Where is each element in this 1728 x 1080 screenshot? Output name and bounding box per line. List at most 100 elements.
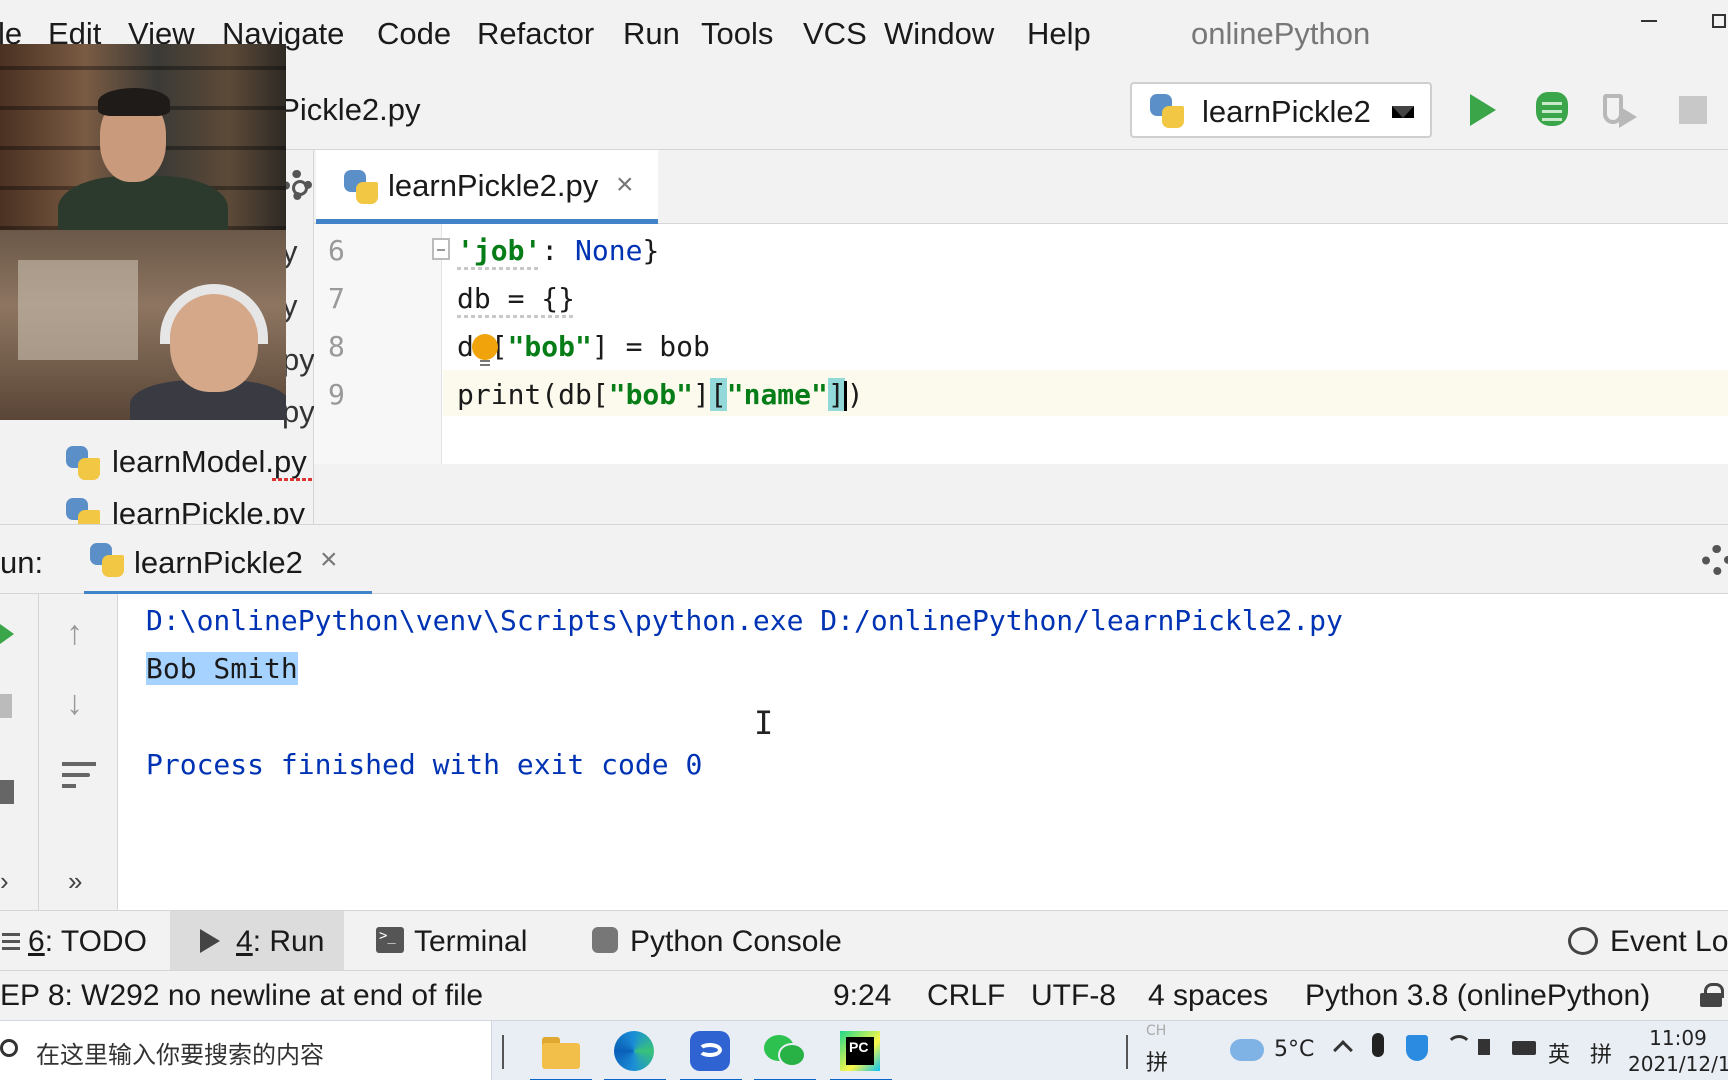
feishu-app-icon[interactable]	[680, 1029, 742, 1080]
status-message[interactable]: EP 8: W292 no newline at end of file	[0, 979, 483, 1013]
debug-button[interactable]	[1536, 92, 1568, 126]
tab-mnemonic: 4	[236, 925, 253, 958]
project-item-fragment[interactable]: py	[282, 394, 315, 430]
python-file-icon	[66, 446, 100, 480]
run-console[interactable]: D:\onlinePython\venv\Scripts\python.exe …	[118, 594, 1728, 910]
caret-position[interactable]: 9:24	[833, 979, 891, 1013]
security-shield-icon[interactable]	[1406, 1035, 1428, 1061]
wechat-icon[interactable]	[754, 1029, 816, 1080]
run-configuration-label: learnPickle2	[1202, 94, 1371, 129]
tab-label: Python Console	[630, 925, 842, 958]
tab-python-console[interactable]: Python Console	[580, 911, 850, 971]
minimize-icon[interactable]	[1641, 20, 1657, 22]
more-icon[interactable]: »	[68, 866, 82, 897]
error-underline	[272, 478, 312, 481]
ime-indicator[interactable]: 拼	[1146, 1045, 1168, 1077]
system-clock[interactable]: 11:09 2021/12/1	[1628, 1025, 1728, 1077]
stop-button[interactable]	[1679, 96, 1707, 124]
search-placeholder: 在这里输入你要搜索的内容	[36, 1041, 324, 1069]
tool-window-tabs: 6: TODO 4: Run Terminal Python Console E…	[0, 910, 1728, 971]
run-tool-window-header: un: learnPickle2 ×	[0, 524, 1728, 595]
line-number: 9	[328, 378, 345, 411]
run-window-label: un:	[0, 545, 44, 580]
file-explorer-icon[interactable]	[530, 1029, 592, 1080]
weather-cloud-icon	[1230, 1039, 1264, 1061]
tab-event-log[interactable]: Event Log	[1564, 911, 1728, 971]
gear-icon[interactable]	[1702, 545, 1728, 575]
python-interpreter[interactable]: Python 3.8 (onlinePython)	[1305, 979, 1650, 1013]
menu-help[interactable]: Help	[1027, 16, 1091, 52]
input-language[interactable]: 英	[1548, 1037, 1570, 1069]
tab-run[interactable]: 4: Run	[170, 911, 344, 971]
run-tab-learnpickle2[interactable]: learnPickle2 ×	[84, 525, 372, 595]
chevron-down-icon	[1392, 106, 1414, 118]
stop-icon[interactable]	[0, 694, 12, 718]
ime-mode[interactable]: 拼	[1590, 1037, 1612, 1069]
tab-label: Terminal	[414, 925, 528, 958]
tab-todo[interactable]: 6: TODO	[0, 911, 160, 971]
close-icon[interactable]: ×	[616, 168, 634, 202]
menu-vcs[interactable]: VCS	[803, 16, 867, 52]
line-number-gutter: 6 7 8 9	[314, 224, 450, 464]
project-item-fragment[interactable]: py	[282, 342, 315, 378]
code-token: ]	[693, 378, 710, 411]
tab-mnemonic: 6	[28, 925, 45, 958]
taskbar-search[interactable]: 在这里输入你要搜索的内容	[0, 1021, 492, 1080]
run-button[interactable]	[1470, 94, 1496, 126]
line-separator[interactable]: CRLF	[927, 979, 1005, 1013]
matched-bracket: [	[709, 378, 727, 411]
file-encoding[interactable]: UTF-8	[1031, 979, 1116, 1013]
code-line-7: db = {}	[457, 282, 576, 315]
python-file-icon	[90, 543, 124, 577]
battery-icon[interactable]	[1512, 1041, 1536, 1055]
run-with-coverage-button[interactable]	[1603, 94, 1639, 128]
tab-terminal[interactable]: Terminal	[366, 911, 546, 971]
warning-underline	[457, 315, 575, 318]
ime-indicator-top: CH	[1146, 1023, 1167, 1039]
python-file-icon	[1150, 94, 1184, 128]
edge-browser-icon[interactable]	[604, 1029, 666, 1080]
run-icon	[200, 929, 220, 953]
line-number: 8	[328, 330, 345, 363]
rerun-icon[interactable]	[0, 624, 14, 644]
status-bar: EP 8: W292 no newline at end of file 9:2…	[0, 970, 1728, 1020]
intention-bulb-icon[interactable]	[472, 334, 498, 368]
volume-icon[interactable]	[1478, 1039, 1490, 1055]
gear-icon[interactable]	[282, 170, 312, 200]
windows-taskbar: 在这里输入你要搜索的内容 PC CH 拼 5°C 英 拼 11:09 2021/…	[0, 1020, 1728, 1080]
show-hidden-icons-icon[interactable]	[1333, 1040, 1353, 1060]
code-editor[interactable]: 6 7 8 9 'job': None} db = {} d ["bob"] =…	[314, 224, 1728, 464]
layout-icon[interactable]	[0, 780, 14, 804]
close-icon[interactable]: ×	[320, 543, 338, 577]
console-output-line: Bob Smith	[146, 652, 298, 685]
arrow-up-icon[interactable]: ↑	[66, 614, 83, 653]
selected-output: Bob Smith	[146, 652, 298, 685]
menu-code[interactable]: Code	[377, 16, 451, 52]
maximize-icon[interactable]	[1712, 14, 1726, 28]
lock-icon[interactable]	[1700, 983, 1724, 1007]
arrow-down-icon[interactable]: ↓	[66, 684, 83, 723]
menu-tools[interactable]: Tools	[701, 16, 773, 52]
run-configuration-dropdown[interactable]: learnPickle2	[1130, 82, 1432, 138]
network-icon[interactable]	[1446, 1035, 1472, 1061]
temperature[interactable]: 5°C	[1274, 1037, 1314, 1062]
microphone-icon[interactable]	[1372, 1033, 1384, 1057]
code-token: )	[846, 378, 864, 411]
more-icon[interactable]: ›	[0, 866, 9, 897]
editor-tab-bar: learnPickle2.py ×	[314, 150, 1728, 224]
menu-run[interactable]: Run	[623, 16, 680, 52]
soft-wrap-icon[interactable]	[62, 762, 96, 794]
menu-window[interactable]: Window	[884, 16, 994, 52]
tab-learnpickle2[interactable]: learnPickle2.py ×	[316, 150, 658, 224]
menu-refactor[interactable]: Refactor	[477, 16, 594, 52]
clock-date: 2021/12/1	[1628, 1052, 1728, 1076]
fold-icon[interactable]	[432, 238, 450, 260]
code-token: "name"	[726, 378, 828, 411]
terminal-icon	[376, 927, 404, 953]
indent-setting[interactable]: 4 spaces	[1148, 979, 1268, 1013]
run-toolbar: › ↑ ↓ »	[0, 594, 118, 910]
code-line-9: print(db["bob"]["name"])	[457, 378, 864, 411]
code-token: None	[575, 234, 643, 267]
pycharm-icon[interactable]: PC	[830, 1029, 892, 1080]
todo-icon	[2, 933, 20, 951]
